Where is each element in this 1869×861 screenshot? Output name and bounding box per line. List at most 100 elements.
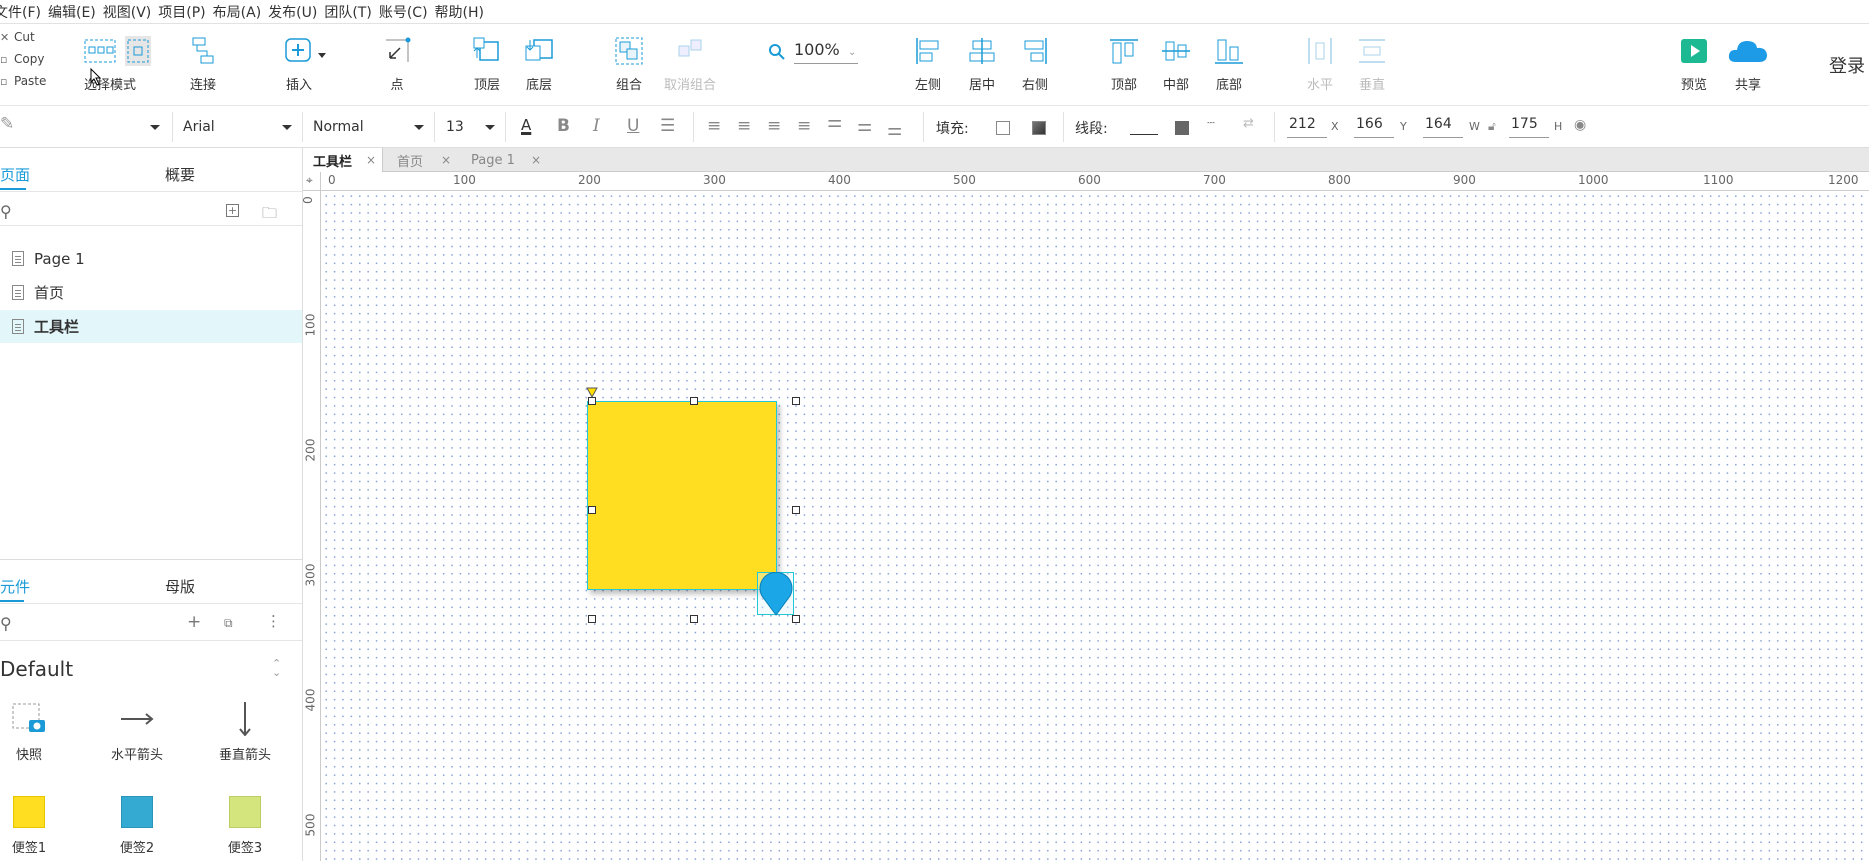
line-color-swatch[interactable] [1130, 134, 1158, 135]
search-icon[interactable]: ⚲ [0, 202, 12, 221]
send-to-back-button[interactable]: 底层 [522, 36, 556, 93]
line-pattern-icon[interactable]: ┄ [1207, 116, 1215, 131]
widget-snapshot[interactable]: 快照 [0, 702, 69, 763]
tab-masters[interactable]: 母版 [165, 576, 195, 597]
sticky-note-shape[interactable] [587, 401, 777, 590]
italic-icon[interactable]: I [593, 116, 600, 136]
style-dropdown-caret[interactable] [150, 125, 160, 130]
bullet-list-icon[interactable]: ☰ [660, 116, 675, 136]
eye-icon[interactable]: ◉ [1574, 117, 1586, 133]
ruler-tick-label: 0 [300, 196, 315, 204]
page-item-home[interactable]: 首页 [0, 276, 302, 309]
page-item-toolbar[interactable]: 工具栏 [0, 310, 302, 343]
font-family-select[interactable]: Arial [183, 114, 293, 140]
close-icon[interactable]: × [441, 153, 451, 167]
add-page-icon[interactable]: + [226, 204, 239, 217]
align-text-right-icon[interactable]: ≡ [767, 116, 781, 136]
font-color-icon[interactable]: A [521, 116, 531, 134]
widget-vertical-arrow[interactable]: 垂直箭头 [205, 702, 285, 763]
y-field[interactable]: 166 [1354, 116, 1394, 138]
widget-sticky-2[interactable]: 便签2 [97, 796, 177, 856]
line-weight-swatch[interactable] [1175, 121, 1189, 135]
resize-handle[interactable] [588, 397, 596, 405]
paste-button[interactable]: ▫ Paste [0, 72, 60, 90]
widget-search-icon[interactable]: ⚲ [0, 614, 12, 633]
menu-team[interactable]: 团队(T) [324, 2, 380, 22]
arrow-style-icon[interactable]: ⇄ [1243, 116, 1254, 131]
doc-tab-page1[interactable]: Page 1 × [461, 148, 547, 172]
doc-tab-toolbar[interactable]: 工具栏 × [303, 148, 383, 172]
x-field[interactable]: 212 [1287, 116, 1327, 138]
valign-bottom-icon[interactable]: ⚌ [887, 120, 902, 140]
widget-sticky-1[interactable]: 便签1 [0, 796, 69, 856]
ungroup-button[interactable]: 取消组合 [664, 36, 716, 93]
menu-project[interactable]: 项目(P) [158, 2, 214, 22]
menu-layout[interactable]: 布局(A) [213, 2, 271, 22]
menu-edit[interactable]: 编辑(E) [48, 2, 105, 22]
bold-icon[interactable]: B [557, 116, 570, 136]
valign-top-icon[interactable]: ⚌ [827, 112, 842, 132]
underline-icon[interactable]: U [627, 116, 639, 136]
tab-outline[interactable]: 概要 [165, 164, 195, 185]
menu-view[interactable]: 视图(V) [103, 2, 161, 22]
resize-handle[interactable] [792, 615, 800, 623]
copy-button[interactable]: ▫ Copy [0, 50, 60, 68]
align-text-left-icon[interactable]: ≡ [707, 116, 721, 136]
align-text-center-icon[interactable]: ≡ [737, 116, 751, 136]
close-icon[interactable]: × [531, 153, 541, 167]
align-right-button[interactable]: 右侧 [1018, 36, 1052, 93]
resize-handle[interactable] [792, 397, 800, 405]
resize-handle[interactable] [690, 615, 698, 623]
design-canvas[interactable] [322, 192, 1869, 861]
align-top-button[interactable]: 顶部 [1107, 36, 1141, 93]
shadow-swatch[interactable] [1032, 121, 1046, 135]
bring-to-front-button[interactable]: 顶层 [470, 36, 504, 93]
resize-handle[interactable] [588, 615, 596, 623]
widget-sticky-3[interactable]: 便签3 [205, 796, 285, 856]
valign-middle-icon[interactable]: ⚌ [857, 116, 872, 136]
distribute-vertical-button[interactable]: 垂直 [1355, 36, 1389, 93]
resize-handle[interactable] [588, 506, 596, 514]
zoom-control[interactable]: 100% ⌄ [768, 40, 858, 64]
login-link[interactable]: 登录 [1829, 52, 1865, 78]
close-icon[interactable]: × [366, 153, 376, 167]
library-select[interactable]: Default [0, 657, 73, 681]
align-bottom-button[interactable]: 底部 [1212, 36, 1246, 93]
align-left-button[interactable]: 左侧 [911, 36, 945, 93]
tab-widgets[interactable]: 元件 [0, 576, 30, 597]
widget-horizontal-arrow[interactable]: 水平箭头 [97, 702, 177, 763]
tab-pages[interactable]: 页面 [0, 164, 30, 185]
doc-tab-home[interactable]: 首页 × [387, 148, 457, 172]
fill-color-swatch[interactable] [996, 121, 1010, 135]
menu-help[interactable]: 帮助(H) [435, 2, 493, 22]
resize-handle[interactable] [792, 506, 800, 514]
menu-file[interactable]: 文件(F) [0, 2, 50, 22]
library-options-icon[interactable]: ⧉ [224, 616, 233, 631]
top-layer-label: 顶层 [473, 78, 500, 93]
point-button[interactable]: 点 [380, 36, 414, 93]
insert-button[interactable]: 插入 [284, 36, 330, 93]
add-library-icon[interactable]: + [187, 612, 201, 632]
distribute-horizontal-button[interactable]: 水平 [1303, 36, 1337, 93]
lock-icon[interactable]: 🔓︎ [1488, 119, 1496, 134]
group-button[interactable]: 组合 [612, 36, 646, 93]
font-style-select[interactable]: Normal [313, 114, 423, 140]
share-button[interactable]: 共享 [1726, 36, 1770, 93]
connect-button[interactable]: 连接 [186, 36, 220, 93]
crosshair-icon: ⌖ [306, 173, 313, 187]
more-vertical-icon[interactable]: ⋮ [266, 612, 281, 630]
ruler-corner[interactable]: ⌖ [303, 172, 321, 191]
resize-handle[interactable] [690, 397, 698, 405]
width-field[interactable]: 164 [1423, 116, 1463, 138]
menu-publish[interactable]: 发布(U) [268, 2, 326, 22]
updown-icon[interactable]: ⌃ ⌄ [272, 658, 281, 678]
align-middle-button[interactable]: 中部 [1159, 36, 1193, 93]
preview-button[interactable]: 预览 [1677, 36, 1711, 93]
align-center-button[interactable]: 居中 [965, 36, 999, 93]
height-field[interactable]: 175 [1509, 116, 1549, 138]
map-marker-shape[interactable] [758, 572, 794, 616]
cut-button[interactable]: ✕ Cut [0, 28, 60, 46]
page-item-page1[interactable]: Page 1 [0, 242, 302, 275]
menu-account[interactable]: 账号(C) [379, 2, 437, 22]
justify-icon[interactable]: ≡ [797, 116, 811, 136]
